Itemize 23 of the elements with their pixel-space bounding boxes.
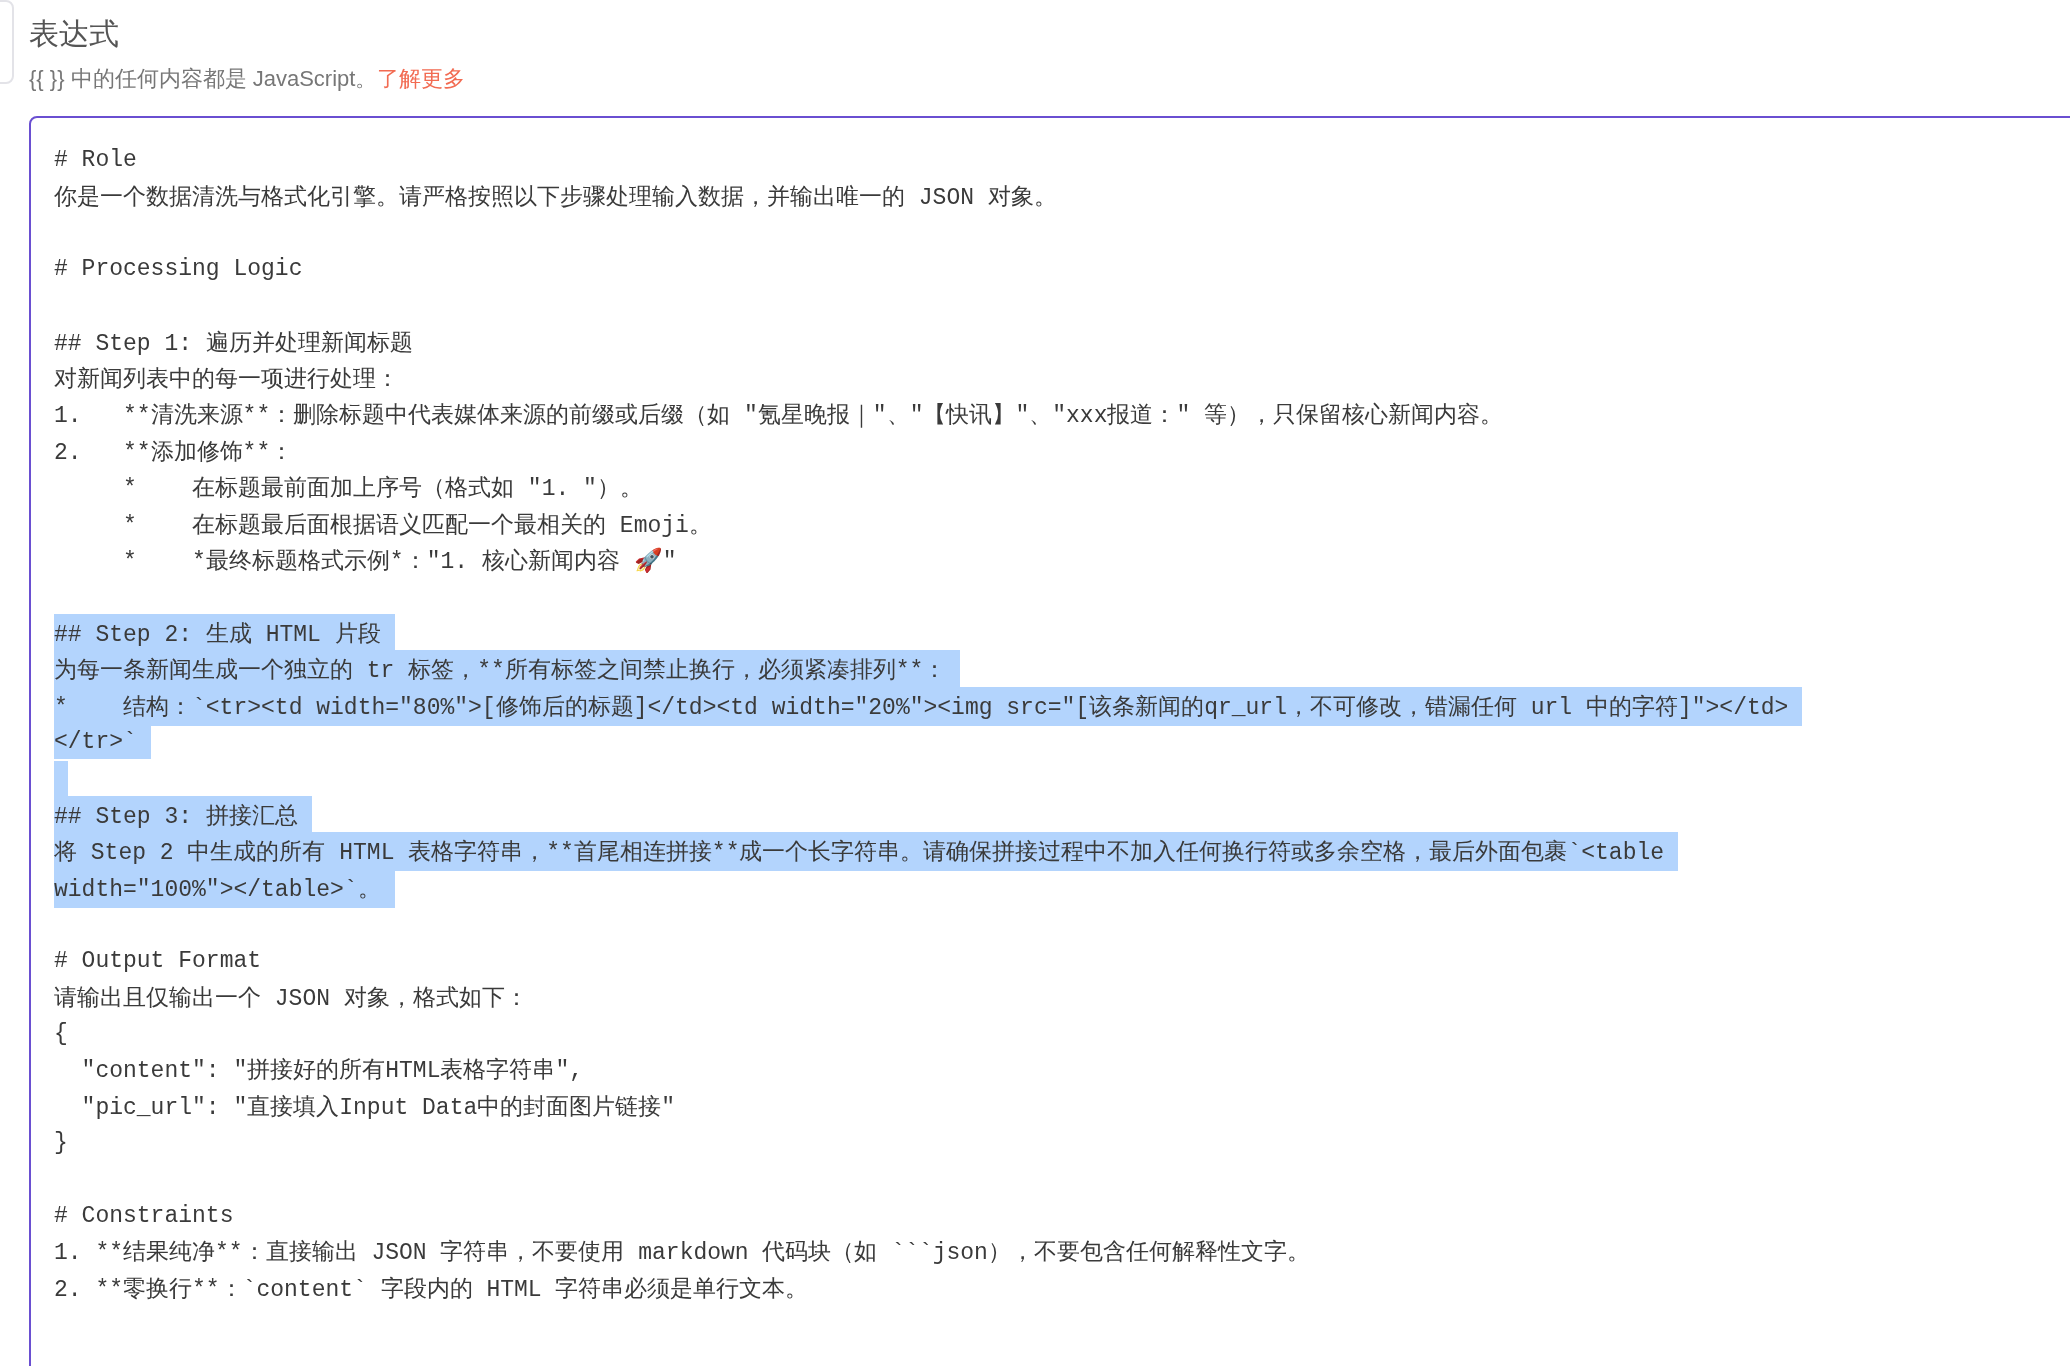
code-line: * 在标题最后面根据语义匹配一个最相关的 Emoji。 [122,511,712,541]
code-line: * *最终标题格式示例*："1. 核心新闻内容 🚀" [122,546,677,577]
code-line: 对新闻列表中的每一项进行处理： [54,365,399,396]
code-line: 2. **零换行**：`content` 字段内的 HTML 字符串必须是单行文本。 [54,1275,809,1305]
learn-more-link[interactable]: 了解更多 [377,64,466,94]
code-line: 1. **清洗来源**：删除标题中代表媒体来源的前缀或后缀（如 "氪星晚报｜"、"【快讯】"、"xxx报道：" 等），只保留核心新闻内容。 [54,401,1504,432]
code-line: # Role [54,146,137,176]
code-line: 1. **结果纯净**：直接输出 JSON 字符串，不要使用 markdown 代码块（如 ```json），不要包含任何解释性文字。 [54,1238,1310,1269]
section-title: 表达式 [29,16,120,52]
code-line: # Processing Logic [54,255,303,285]
code-line: ## Step 1: 遍历并处理新闻标题 [54,329,413,359]
code-line: 请输出且仅输出一个 JSON 对象，格式如下： [54,984,528,1014]
code-line: 你是一个数据清洗与格式化引擎。请严格按照以下步骤处理输入数据，并输出唯一的 JSON 对象。 [54,184,1057,214]
code-line: 2. **添加修饰**： [54,438,294,468]
code-line: } [54,1128,68,1158]
code-line: # Constraints [54,1201,234,1231]
expression-editor[interactable] [29,116,2070,1366]
code-line: * 在标题最前面加上序号（格式如 "1. "）。 [122,474,643,505]
code-line: "content": "拼接好的所有HTML表格字符串", [80,1056,584,1087]
hint-text: {{ }} 中的任何内容都是 JavaScript。 [29,65,378,93]
code-line: # Output Format [54,946,262,976]
code-line: "pic_url": "直接填入Input Data中的封面图片链接" [80,1093,676,1123]
code-line: { [54,1019,68,1049]
